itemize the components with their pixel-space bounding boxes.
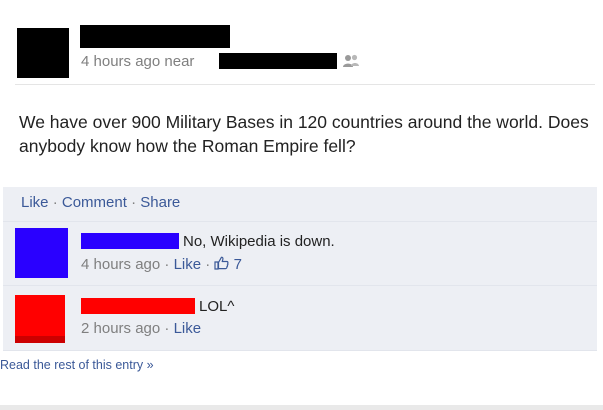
read-more-link[interactable]: Read the rest of this entry » xyxy=(0,358,154,372)
commenter-name-redacted[interactable] xyxy=(81,233,179,249)
comment-like-link[interactable]: Like xyxy=(174,320,202,337)
comment-container xyxy=(3,286,597,351)
comment-text: LOL^ xyxy=(199,298,235,315)
post-time[interactable]: 4 hours ago near xyxy=(81,53,194,70)
separator: · xyxy=(52,194,58,211)
separator: · xyxy=(164,320,170,337)
comment-link[interactable]: Comment xyxy=(62,194,127,211)
comment-text: No, Wikipedia is down. xyxy=(183,233,335,250)
post-body: We have over 900 Military Bases in 120 c… xyxy=(19,112,589,156)
comment-like-link[interactable]: Like xyxy=(174,256,202,273)
comment-meta: 2 hours ago · Like xyxy=(81,320,201,337)
comment-time[interactable]: 2 hours ago xyxy=(81,320,160,337)
location-redacted xyxy=(219,53,337,69)
separator: · xyxy=(164,256,170,273)
header-divider xyxy=(15,84,595,85)
avatar-strip xyxy=(15,336,65,343)
separator: · xyxy=(131,194,137,211)
commenter-name-redacted[interactable] xyxy=(81,298,195,314)
thumbs-up-icon[interactable] xyxy=(214,256,230,270)
friends-privacy-icon[interactable] xyxy=(342,53,360,69)
share-link[interactable]: Share xyxy=(140,194,180,211)
post-actions: Like · Comment · Share xyxy=(21,194,180,211)
separator: · xyxy=(205,256,211,273)
comment-meta: 4 hours ago · Like · 7 xyxy=(81,256,242,273)
commenter-avatar[interactable] xyxy=(15,228,68,278)
poster-avatar[interactable] xyxy=(17,28,69,78)
bottom-divider xyxy=(0,405,603,410)
poster-name-redaction-edge xyxy=(80,44,230,48)
like-link[interactable]: Like xyxy=(21,194,49,211)
comment-like-count[interactable]: 7 xyxy=(234,256,242,273)
comment-time[interactable]: 4 hours ago xyxy=(81,256,160,273)
comment-container xyxy=(3,222,597,286)
